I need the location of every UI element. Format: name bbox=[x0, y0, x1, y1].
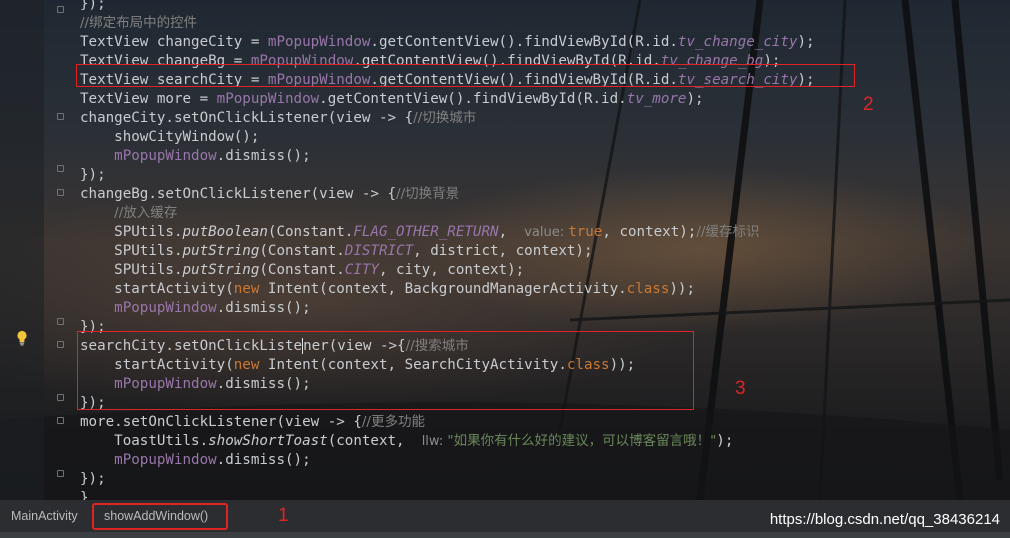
code-line[interactable]: mPopupWindow.dismiss(); bbox=[80, 451, 311, 470]
code-token: CITY bbox=[344, 262, 379, 278]
code-line[interactable]: more.setOnClickListener(view -> {//更多功能 bbox=[80, 413, 425, 432]
code-token: changeCity.setOnClickListener(view -> { bbox=[80, 110, 414, 126]
code-token: changeBg.setOnClickListener(view -> { bbox=[80, 186, 397, 202]
code-token: .dismiss(); bbox=[216, 452, 311, 468]
code-token: .dismiss(); bbox=[216, 300, 311, 316]
code-line[interactable]: mPopupWindow.dismiss(); bbox=[80, 147, 311, 166]
code-line[interactable]: showCityWindow(); bbox=[80, 128, 259, 147]
code-token: , bbox=[498, 224, 525, 240]
code-line[interactable]: //放入缓存 bbox=[80, 204, 177, 223]
code-token: }); bbox=[80, 167, 106, 183]
code-line[interactable]: }); bbox=[80, 0, 106, 14]
watermark: https://blog.csdn.net/qq_38436214 bbox=[769, 511, 1000, 528]
code-token: (Constant. bbox=[259, 243, 345, 259]
code-token: //绑定布局中的控件 bbox=[80, 15, 198, 31]
code-line[interactable]: changeBg.setOnClickListener(view -> {//切… bbox=[80, 185, 459, 204]
code-token: SPUtils. bbox=[80, 262, 183, 278]
code-token: more.setOnClickListener(view -> { bbox=[80, 414, 362, 430]
highlight-box-search-city-listener bbox=[77, 331, 694, 410]
code-token: FLAG_OTHER_RETURN bbox=[353, 224, 499, 240]
code-line[interactable]: ToastUtils.showShortToast(context, llw: … bbox=[80, 432, 733, 451]
annotation-2: 2 bbox=[863, 94, 874, 115]
code-token: , city, context); bbox=[378, 262, 525, 278]
code-line[interactable]: SPUtils.putBoolean(Constant.FLAG_OTHER_R… bbox=[80, 223, 759, 242]
code-token: SPUtils. bbox=[80, 243, 183, 259]
breadcrumb-bar: MainActivity showAddWindow() 1 https://b… bbox=[0, 500, 1010, 532]
code-line[interactable]: startActivity(new Intent(context, Backgr… bbox=[80, 280, 695, 299]
code-token: TextView more = bbox=[80, 91, 217, 107]
code-token: SPUtils. bbox=[80, 224, 183, 240]
code-token: startActivity( bbox=[80, 281, 234, 297]
code-line[interactable]: }); bbox=[80, 166, 106, 185]
code-token: .dismiss(); bbox=[216, 148, 311, 164]
code-token: }); bbox=[80, 0, 106, 12]
code-token: tv_change_city bbox=[677, 34, 798, 50]
code-line[interactable]: SPUtils.putString(Constant.DISTRICT, dis… bbox=[80, 242, 593, 261]
code-token: showShortToast bbox=[208, 433, 328, 449]
code-token: (context, bbox=[327, 433, 422, 449]
code-token: (Constant. bbox=[259, 262, 345, 278]
code-token: mPopupWindow bbox=[216, 91, 320, 107]
code-token: mPopupWindow bbox=[114, 300, 217, 316]
code-token: class bbox=[626, 281, 670, 297]
code-line[interactable]: //绑定布局中的控件 bbox=[80, 14, 197, 33]
code-line[interactable]: }); bbox=[80, 470, 106, 489]
code-token: value: bbox=[524, 225, 569, 240]
code-token: DISTRICT bbox=[344, 243, 414, 259]
highlight-box-method bbox=[92, 503, 228, 530]
code-token: //更多功能 bbox=[361, 414, 425, 430]
code-line[interactable]: changeCity.setOnClickListener(view -> {/… bbox=[80, 109, 476, 128]
code-token: showCityWindow(); bbox=[80, 129, 260, 145]
code-token: tv_more bbox=[626, 91, 687, 107]
code-line[interactable]: TextView changeCity = mPopupWindow.getCo… bbox=[80, 33, 815, 52]
code-token: //缓存标识 bbox=[696, 224, 760, 240]
code-token: putString bbox=[182, 262, 260, 278]
code-token: ); bbox=[797, 34, 815, 50]
code-line[interactable]: SPUtils.putString(Constant.CITY, city, c… bbox=[80, 261, 524, 280]
code-token: //切换背景 bbox=[396, 186, 460, 202]
code-token: //放入缓存 bbox=[114, 205, 178, 221]
code-token: TextView changeCity = bbox=[80, 34, 268, 50]
code-token: ); bbox=[716, 433, 734, 449]
code-token: .getContentView().findViewById(R.id. bbox=[370, 34, 678, 50]
highlight-box-search-city-declaration bbox=[76, 64, 855, 87]
code-token: }); bbox=[80, 471, 106, 487]
code-token: "如果你有什么好的建议，可以博客留言哦！" bbox=[447, 433, 717, 449]
code-token: putString bbox=[182, 243, 260, 259]
code-token: mPopupWindow bbox=[114, 148, 217, 164]
code-token: putBoolean bbox=[182, 224, 268, 240]
breadcrumb-class[interactable]: MainActivity bbox=[11, 509, 78, 523]
code-token: llw: bbox=[421, 434, 448, 449]
status-bar bbox=[0, 532, 1010, 538]
code-token: , context); bbox=[602, 224, 697, 240]
code-line[interactable]: mPopupWindow.dismiss(); bbox=[80, 299, 311, 318]
code-token: Intent(context, BackgroundManagerActivit… bbox=[259, 281, 627, 297]
code-token: .getContentView().findViewById(R.id. bbox=[319, 91, 627, 107]
code-token: )); bbox=[669, 281, 696, 297]
code-token: mPopupWindow bbox=[114, 452, 217, 468]
code-line[interactable]: TextView more = mPopupWindow.getContentV… bbox=[80, 90, 704, 109]
annotation-1: 1 bbox=[278, 505, 289, 526]
code-token: mPopupWindow bbox=[267, 34, 371, 50]
code-token: , district, context); bbox=[413, 243, 593, 259]
code-token: ); bbox=[686, 91, 704, 107]
code-token: //切换城市 bbox=[413, 110, 477, 126]
code-token: new bbox=[233, 281, 260, 297]
annotation-3: 3 bbox=[735, 378, 746, 399]
code-token: ToastUtils. bbox=[80, 433, 209, 449]
code-token: (Constant. bbox=[267, 224, 354, 240]
code-token: true bbox=[568, 224, 603, 240]
